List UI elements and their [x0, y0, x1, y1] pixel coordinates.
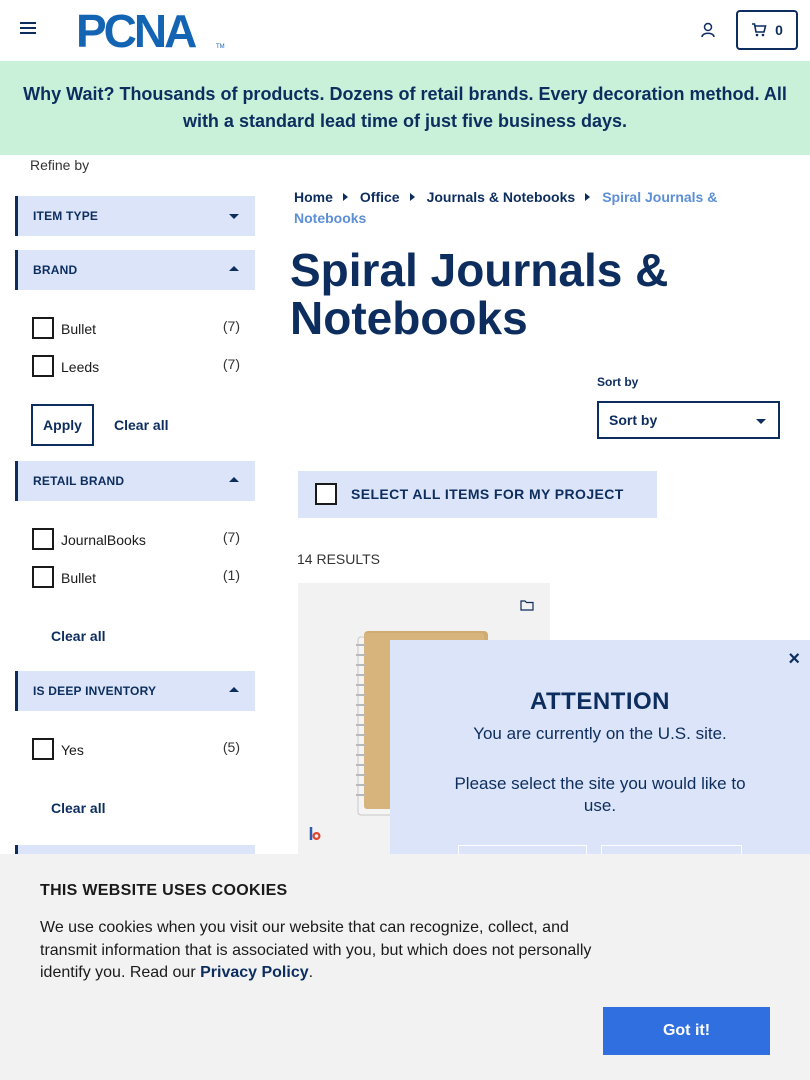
facet-brand[interactable]: BRAND [15, 250, 255, 290]
brand-badge-icon [308, 826, 324, 842]
cookie-banner: THIS WEBSITE USES COOKIES We use cookies… [0, 854, 810, 1080]
facet-retail-brand[interactable]: RETAIL BRAND [15, 461, 255, 501]
sort-value: Sort by [609, 412, 658, 428]
chevron-up-icon [229, 687, 239, 692]
filter-option: Leeds (7) [32, 355, 242, 379]
pcna-logo[interactable]: PCNA TM [76, 5, 226, 57]
results-count: 14 RESULTS [297, 551, 380, 567]
promo-banner: Why Wait? Thousands of products. Dozens … [0, 61, 810, 155]
option-count: (5) [222, 739, 240, 755]
breadcrumb-office[interactable]: Office [360, 189, 400, 205]
checkbox[interactable] [32, 528, 54, 550]
clear-all-link[interactable]: Clear all [51, 628, 105, 644]
chevron-down-icon [756, 419, 766, 424]
chevron-up-icon [229, 266, 239, 271]
folder-icon[interactable] [520, 598, 534, 611]
modal-instruction: Please select the site you would like to… [454, 774, 746, 815]
option-count: (7) [222, 318, 240, 334]
chevron-down-icon [229, 214, 239, 219]
clear-all-link[interactable]: Clear all [114, 417, 168, 433]
facet-label: RETAIL BRAND [33, 474, 125, 488]
select-all-label: SELECT ALL ITEMS FOR MY PROJECT [351, 486, 624, 502]
modal-title: ATTENTION [529, 688, 671, 715]
cookie-text: We use cookies when you visit our websit… [40, 917, 610, 985]
option-count: (7) [222, 529, 240, 545]
checkbox[interactable] [32, 355, 54, 377]
site-select-modal: × ATTENTION You are currently on the U.S… [390, 640, 810, 885]
chevron-right-icon [409, 193, 415, 201]
chevron-right-icon [342, 193, 348, 201]
option-label: Bullet [61, 570, 97, 586]
svg-text:TM: TM [216, 44, 225, 50]
chevron-right-icon [585, 193, 591, 201]
promo-text: Why Wait? Thousands of products. Dozens … [23, 84, 787, 131]
filter-option: Bullet (1) [32, 566, 242, 590]
modal-message: You are currently on the U.S. site. [473, 724, 727, 743]
option-label: JournalBooks [61, 532, 146, 548]
option-label: Yes [61, 742, 84, 758]
apply-button[interactable]: Apply [31, 404, 94, 446]
account-icon[interactable] [700, 22, 716, 38]
facet-deep-inventory[interactable]: IS DEEP INVENTORY [15, 671, 255, 711]
checkbox[interactable] [315, 483, 337, 505]
chevron-up-icon [229, 477, 239, 482]
checkbox[interactable] [32, 317, 54, 339]
breadcrumb-journals[interactable]: Journals & Notebooks [427, 189, 576, 205]
option-count: (7) [222, 356, 240, 372]
got-it-button[interactable]: Got it! [603, 1007, 770, 1055]
cookie-body: We use cookies when you visit our websit… [40, 919, 592, 981]
filter-option: JournalBooks (7) [32, 528, 242, 552]
close-icon[interactable]: × [788, 648, 800, 671]
option-label: Leeds [61, 359, 100, 375]
cart-button[interactable]: 0 [736, 10, 798, 50]
clear-all-link[interactable]: Clear all [51, 800, 105, 816]
logo-graphic: PCNA TM [76, 5, 225, 57]
svg-text:PCNA: PCNA [76, 8, 196, 52]
filter-option: Bullet (7) [32, 317, 242, 341]
breadcrumb: Home Office Journals & Notebooks Spiral Jou… [294, 187, 774, 229]
option-count: (1) [222, 567, 240, 583]
sort-label: Sort by [597, 375, 639, 389]
facet-label: IS DEEP INVENTORY [33, 684, 157, 698]
cart-icon [752, 23, 767, 37]
facet-item-type[interactable]: ITEM TYPE [15, 196, 255, 236]
breadcrumb-home[interactable]: Home [294, 189, 333, 205]
site-header: PCNA TM 0 [0, 0, 810, 61]
menu-icon[interactable] [20, 22, 36, 36]
facet-label: BRAND [33, 263, 78, 277]
option-label: Bullet [61, 321, 97, 337]
cookie-title: THIS WEBSITE USES COOKIES [40, 882, 288, 899]
cookie-suffix: . [308, 964, 314, 981]
refine-by-label: Refine by [30, 157, 90, 173]
cart-count: 0 [775, 22, 783, 38]
sort-select[interactable]: Sort by [597, 401, 780, 439]
facet-label: ITEM TYPE [33, 209, 99, 223]
checkbox[interactable] [32, 738, 54, 760]
privacy-policy-link[interactable]: Privacy Policy [200, 964, 309, 981]
checkbox[interactable] [32, 566, 54, 588]
page-title: Spiral Journals & Notebooks [290, 244, 669, 344]
filter-option: Yes (5) [32, 738, 242, 762]
select-all-items[interactable]: SELECT ALL ITEMS FOR MY PROJECT [298, 471, 657, 518]
